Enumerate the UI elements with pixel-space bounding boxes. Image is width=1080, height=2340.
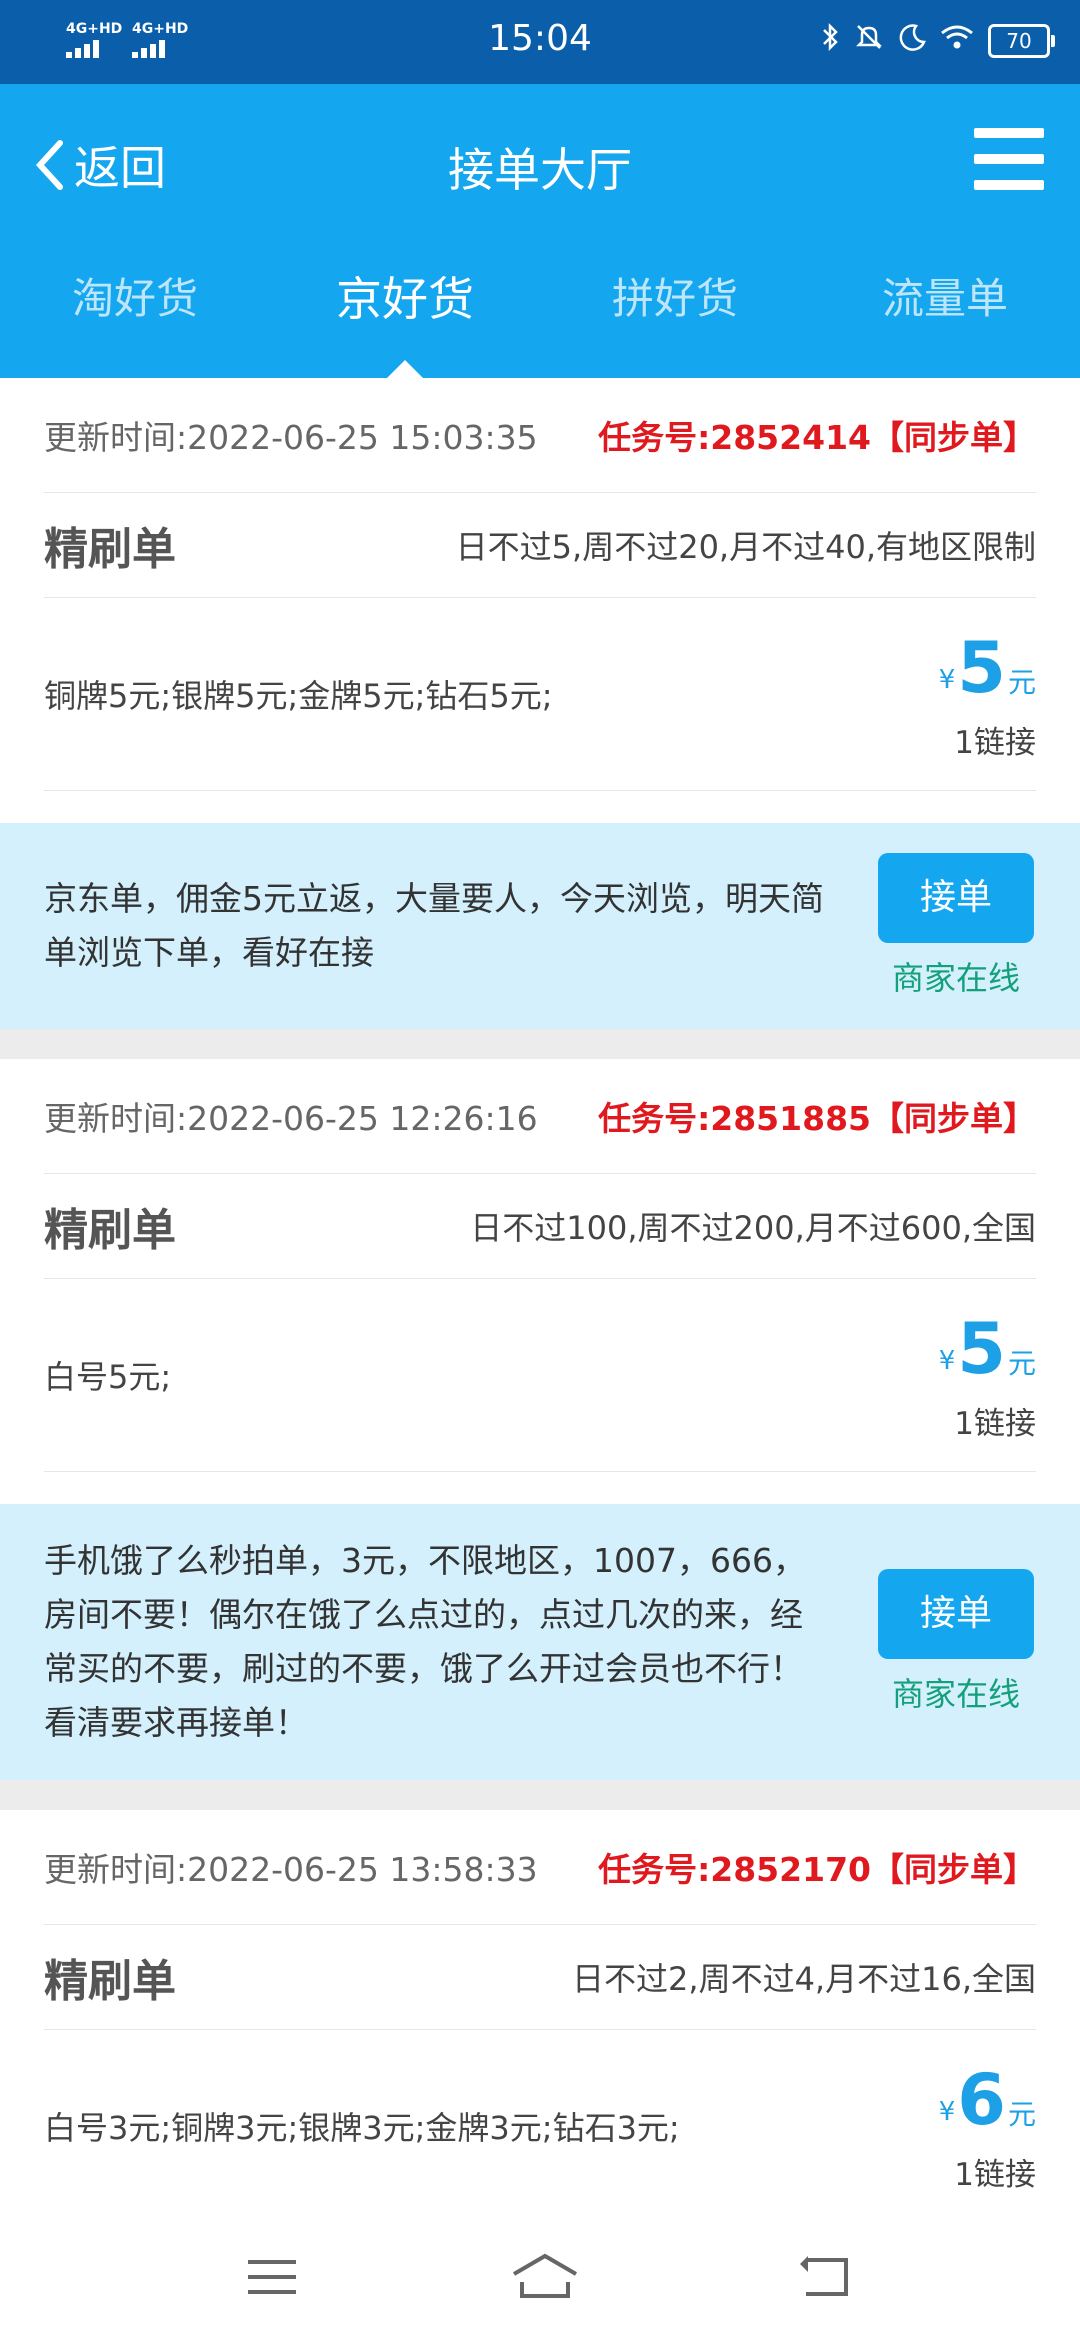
order-type: 精刷单	[44, 524, 176, 575]
task-number: 任务号:2852414【同步单】	[598, 418, 1036, 457]
battery-indicator: 70	[988, 24, 1055, 58]
currency-symbol: ¥	[938, 1345, 956, 1376]
accept-order-button[interactable]: 接单	[878, 1569, 1034, 1659]
price-unit: 元	[1007, 2097, 1036, 2131]
tab-pinduoduo[interactable]: 拼好货	[540, 264, 810, 378]
back-icon[interactable]	[796, 2252, 856, 2302]
currency-symbol: ¥	[938, 2096, 956, 2127]
mute-icon	[854, 22, 884, 60]
notice-text: 手机饿了么秒拍单，3元，不限地区，1007，666，房间不要！偶尔在饿了么点过的…	[44, 1541, 806, 1742]
home-icon[interactable]	[510, 2252, 578, 2302]
price-amount: 5	[957, 1307, 1006, 1390]
order-card: 更新时间:2022-06-25 15:03:35 任务号:2852414【同步单…	[0, 378, 1080, 1029]
price: ¥5元	[939, 1308, 1036, 1390]
price: ¥5元	[939, 627, 1036, 709]
order-type: 精刷单	[44, 1956, 176, 2007]
app-header: 返回 接单大厅 淘好货 京好货 拼好货 流量单	[0, 84, 1080, 378]
task-number: 任务号:2852170【同步单】	[598, 1850, 1036, 1889]
wifi-icon	[940, 23, 974, 59]
tab-jingdong[interactable]: 京好货	[270, 264, 540, 378]
commission-tiers: 白号5元;	[44, 1358, 172, 1396]
price-unit: 元	[1007, 665, 1036, 699]
moon-icon	[898, 22, 926, 60]
commission-tiers: 白号3元;铜牌3元;银牌3元;金牌3元;钻石3元;	[44, 2109, 680, 2147]
price-amount: 6	[957, 2058, 1006, 2141]
bluetooth-icon	[820, 22, 840, 60]
system-nav-bar	[0, 2216, 1080, 2340]
order-type: 精刷单	[44, 1205, 176, 1256]
merchant-status: 商家在线	[891, 959, 1020, 997]
order-notice: 手机饿了么秒拍单，3元，不限地区，1007，666，房间不要！偶尔在饿了么点过的…	[0, 1504, 1080, 1780]
tab-traffic[interactable]: 流量单	[810, 264, 1080, 378]
commission-tiers: 铜牌5元;银牌5元;金牌5元;钻石5元;	[44, 677, 553, 715]
order-limits: 日不过5,周不过20,月不过40,有地区限制	[455, 528, 1036, 566]
menu-icon[interactable]	[974, 128, 1044, 190]
link-count: 1链接	[954, 1405, 1036, 1442]
merchant-status: 商家在线	[891, 1675, 1020, 1713]
order-limits: 日不过2,周不过4,月不过16,全国	[572, 1960, 1036, 1998]
price: ¥6元	[939, 2059, 1036, 2141]
tab-taobao[interactable]: 淘好货	[0, 264, 270, 378]
price-amount: 5	[957, 626, 1006, 709]
page-title: 接单大厅	[448, 143, 632, 197]
order-card: 更新时间:2022-06-25 13:58:33 任务号:2852170【同步单…	[0, 1810, 1080, 2282]
category-tabs: 淘好货 京好货 拼好货 流量单	[0, 264, 1080, 378]
accept-order-button[interactable]: 接单	[878, 853, 1034, 943]
update-time: 更新时间:2022-06-25 13:58:33	[44, 1850, 538, 1889]
notice-text: 京东单，佣金5元立返，大量要人，今天浏览，明天简单浏览下单，看好在接	[44, 879, 824, 972]
task-number: 任务号:2851885【同步单】	[598, 1099, 1036, 1138]
update-time: 更新时间:2022-06-25 12:26:16	[44, 1099, 538, 1138]
order-notice: 京东单，佣金5元立返，大量要人，今天浏览，明天简单浏览下单，看好在接 接单 商家…	[0, 823, 1080, 1029]
status-bar: 4G+HD 4G+HD 15:04 70	[0, 0, 1080, 84]
order-list: 更新时间:2022-06-25 15:03:35 任务号:2852414【同步单…	[0, 378, 1080, 2312]
order-limits: 日不过100,周不过200,月不过600,全国	[470, 1209, 1036, 1247]
menu-icon[interactable]	[242, 2252, 302, 2302]
price-unit: 元	[1007, 1346, 1036, 1380]
link-count: 1链接	[954, 724, 1036, 761]
link-count: 1链接	[954, 2156, 1036, 2193]
currency-symbol: ¥	[938, 664, 956, 695]
update-time: 更新时间:2022-06-25 15:03:35	[44, 418, 538, 457]
order-card: 更新时间:2022-06-25 12:26:16 任务号:2851885【同步单…	[0, 1059, 1080, 1780]
